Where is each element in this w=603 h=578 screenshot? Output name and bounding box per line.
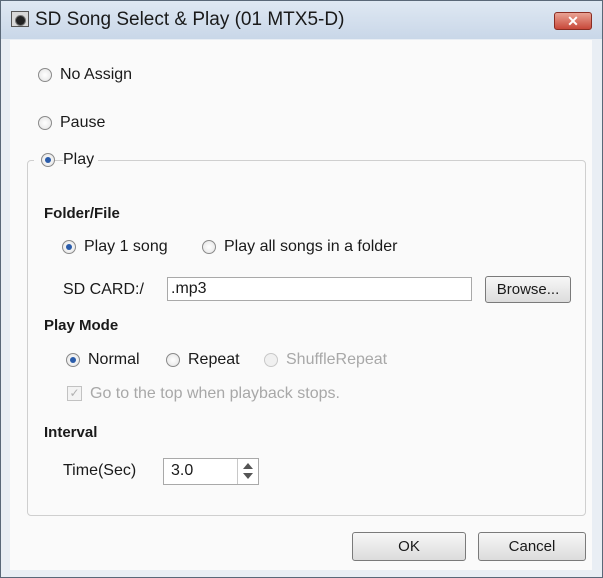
no-assign-label: No Assign xyxy=(60,66,133,83)
shuffle-repeat-radio[interactable] xyxy=(264,353,278,367)
no-assign-radio[interactable] xyxy=(38,68,52,82)
spinner-arrows[interactable] xyxy=(237,459,258,484)
spin-down-icon[interactable] xyxy=(243,473,253,479)
sd-card-path-label: SD CARD:/ xyxy=(63,281,144,298)
folder-file-heading: Folder/File xyxy=(44,205,120,222)
play-mode-heading: Play Mode xyxy=(44,317,119,334)
spin-up-icon[interactable] xyxy=(243,463,253,469)
play-all-songs-label: Play all songs in a folder xyxy=(224,238,398,255)
file-path-input[interactable]: .mp3 xyxy=(167,277,472,301)
play-radio[interactable] xyxy=(41,153,55,167)
play-1-song-radio[interactable] xyxy=(62,240,76,254)
go-to-top-checkbox[interactable]: ✓ xyxy=(67,386,82,401)
time-value: 3.0 xyxy=(171,462,194,479)
title-bar[interactable]: SD Song Select & Play (01 MTX5-D) ✕ xyxy=(1,1,602,39)
play-all-songs-radio[interactable] xyxy=(202,240,216,254)
shuffle-repeat-label: ShuffleRepeat xyxy=(286,351,388,368)
pause-radio[interactable] xyxy=(38,116,52,130)
normal-label: Normal xyxy=(88,351,140,368)
browse-button[interactable]: Browse... xyxy=(485,276,571,303)
repeat-label: Repeat xyxy=(188,351,240,368)
play-label: Play xyxy=(63,151,99,169)
repeat-radio[interactable] xyxy=(166,353,180,367)
time-sec-label: Time(Sec) xyxy=(63,462,137,479)
interval-heading: Interval xyxy=(44,424,98,441)
window-title: SD Song Select & Play (01 MTX5-D) xyxy=(35,9,345,30)
speaker-icon xyxy=(11,11,29,27)
ok-button[interactable]: OK xyxy=(352,532,466,561)
normal-radio[interactable] xyxy=(66,353,80,367)
play-1-song-label: Play 1 song xyxy=(84,238,168,255)
go-to-top-label: Go to the top when playback stops. xyxy=(90,385,340,402)
close-button[interactable]: ✕ xyxy=(554,12,592,30)
cancel-button[interactable]: Cancel xyxy=(478,532,586,561)
pause-label: Pause xyxy=(60,114,106,131)
time-spinner[interactable]: 3.0 xyxy=(163,458,259,485)
